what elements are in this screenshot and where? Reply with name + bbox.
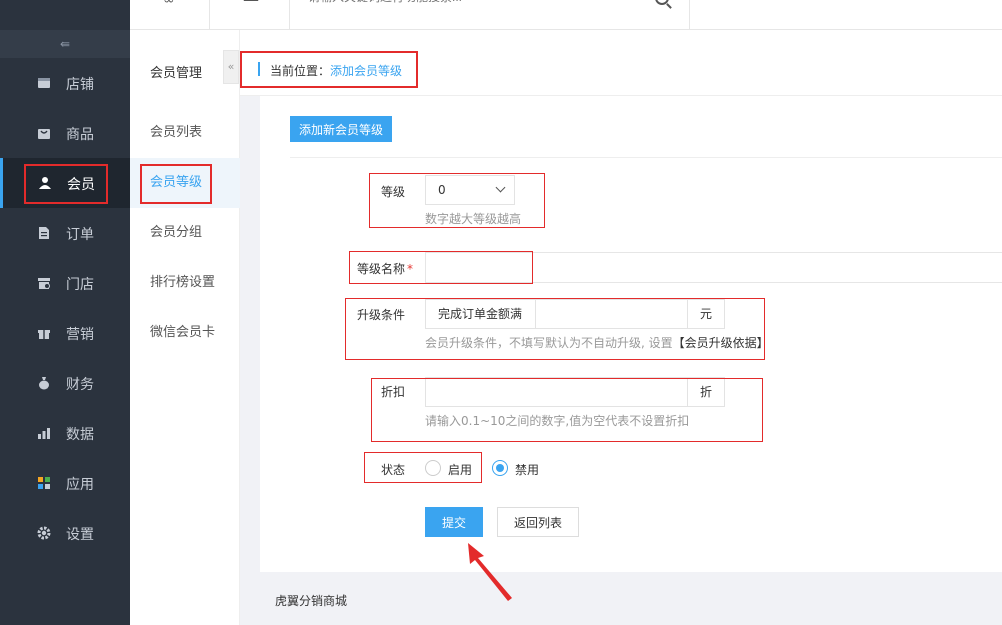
footer-brand: 虎翼分销商城 bbox=[275, 594, 348, 608]
sidebar-item-label: 店铺 bbox=[66, 77, 94, 93]
sidebar-item-finance[interactable]: 财务 bbox=[0, 358, 130, 408]
sidebar-item-goods[interactable]: 商品 bbox=[0, 108, 130, 158]
gift-icon bbox=[37, 326, 51, 340]
annotation-box-breadcrumb bbox=[240, 51, 418, 88]
sidebar-item-store[interactable]: 店铺 bbox=[0, 58, 130, 108]
top-bar: ∞ — bbox=[130, 0, 1002, 30]
subnav-item-ranking-settings[interactable]: 排行榜设置 bbox=[130, 258, 240, 308]
sidebar-item-label: 营销 bbox=[66, 327, 94, 343]
sidebar-item-label: 数据 bbox=[66, 427, 94, 443]
annotation-box-status bbox=[364, 452, 482, 483]
annotation-box-discount bbox=[371, 378, 763, 442]
submit-button[interactable]: 提交 bbox=[425, 507, 483, 537]
shop-icon bbox=[37, 276, 51, 290]
annotation-arrow-icon bbox=[468, 543, 512, 601]
status-disable-label[interactable]: 禁用 bbox=[515, 461, 539, 478]
subnav-item-wechat-card[interactable]: 微信会员卡 bbox=[130, 308, 240, 358]
annotation-box-upgrade bbox=[345, 298, 765, 360]
search-icon[interactable] bbox=[655, 0, 669, 5]
sidebar-collapse-toggle[interactable]: ⇚ bbox=[0, 30, 130, 58]
sidebar-item-data[interactable]: 数据 bbox=[0, 408, 130, 458]
subnav-item-member-list[interactable]: 会员列表 bbox=[130, 108, 240, 158]
sub-nav: 会员管理 会员列表 会员等级 会员分组 排行榜设置 微信会员卡 bbox=[130, 30, 240, 625]
subnav-title: 会员管理 bbox=[150, 66, 203, 81]
order-icon bbox=[37, 226, 51, 240]
status-disable-radio[interactable] bbox=[492, 460, 508, 476]
sidebar-item-label: 订单 bbox=[66, 227, 94, 243]
annotation-box-name bbox=[349, 251, 533, 284]
sidebar-item-label: 设置 bbox=[66, 527, 94, 543]
sidebar-item-settings[interactable]: 设置 bbox=[0, 508, 130, 558]
search-box bbox=[290, 0, 690, 30]
back-to-list-button[interactable]: 返回列表 bbox=[497, 507, 579, 537]
search-input[interactable] bbox=[308, 0, 638, 4]
annotation-box-level-nav bbox=[140, 164, 212, 204]
divider bbox=[290, 157, 1002, 158]
apps-icon bbox=[37, 476, 51, 490]
main-sidebar: ⇚ 店铺 商品 会员 订单 门店 营销 财务 数据 应用 设置 bbox=[0, 0, 130, 625]
sidebar-item-order[interactable]: 订单 bbox=[0, 208, 130, 258]
store-icon bbox=[37, 76, 51, 90]
sidebar-item-apps[interactable]: 应用 bbox=[0, 458, 130, 508]
annotation-box-level bbox=[369, 173, 545, 228]
topbar-home-cell[interactable]: ∞ bbox=[130, 0, 210, 30]
chart-icon bbox=[37, 426, 51, 440]
sidebar-item-label: 应用 bbox=[66, 477, 94, 493]
bag-icon bbox=[37, 126, 51, 140]
money-bag-icon bbox=[37, 376, 51, 390]
sidebar-item-label: 商品 bbox=[66, 127, 94, 143]
sidebar-item-label: 门店 bbox=[66, 277, 94, 293]
home-icon: ∞ bbox=[163, 0, 175, 8]
add-level-button[interactable]: 添加新会员等级 bbox=[290, 116, 392, 142]
gear-icon bbox=[37, 526, 51, 540]
sidebar-item-marketing[interactable]: 营销 bbox=[0, 308, 130, 358]
topbar-menu-cell[interactable]: — bbox=[210, 0, 290, 30]
subnav-collapse-button[interactable]: « bbox=[223, 50, 239, 84]
sidebar-item-shop[interactable]: 门店 bbox=[0, 258, 130, 308]
annotation-box-member bbox=[24, 164, 108, 204]
sidebar-item-label: 财务 bbox=[66, 377, 94, 393]
subnav-item-member-group[interactable]: 会员分组 bbox=[130, 208, 240, 258]
menu-icon: — bbox=[243, 0, 259, 9]
